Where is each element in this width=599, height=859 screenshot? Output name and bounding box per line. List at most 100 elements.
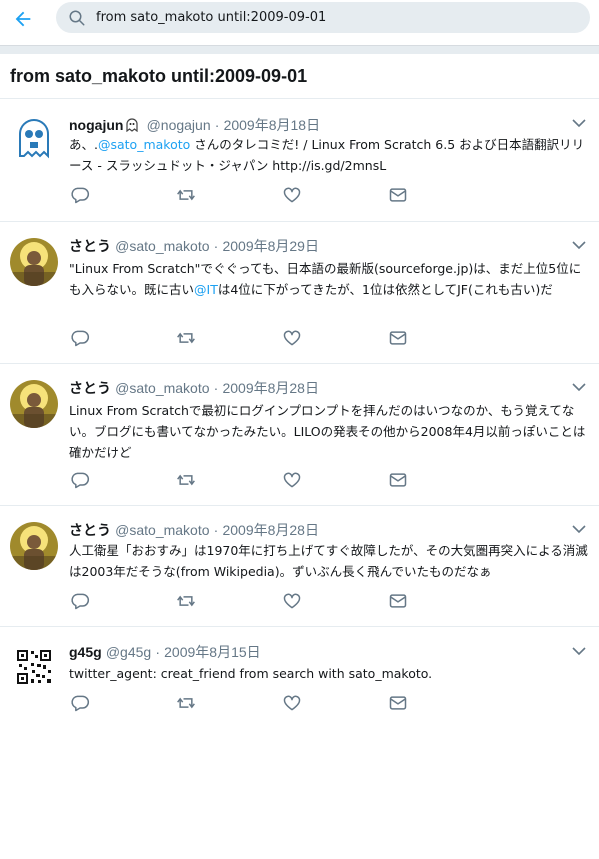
user-handle[interactable]: @sato_makoto bbox=[115, 380, 209, 396]
tweet[interactable]: さとう @sato_makoto · 2009年8月29日 "Linux Fro… bbox=[0, 222, 599, 364]
avatar[interactable] bbox=[10, 643, 58, 691]
direct-message-button[interactable] bbox=[387, 469, 409, 491]
reply-icon bbox=[71, 187, 90, 204]
tweet-date[interactable]: 2009年8月29日 bbox=[222, 238, 319, 254]
user-handle[interactable]: @g45g bbox=[106, 644, 151, 660]
retweet-button[interactable] bbox=[175, 327, 197, 349]
user-name[interactable]: さとう bbox=[69, 522, 111, 538]
like-icon bbox=[283, 472, 301, 488]
tweet-date[interactable]: 2009年8月18日 bbox=[224, 117, 321, 133]
like-button[interactable] bbox=[281, 184, 303, 206]
direct-message-button[interactable] bbox=[387, 184, 409, 206]
chevron-down-icon[interactable] bbox=[571, 521, 587, 537]
direct-message-button[interactable] bbox=[387, 327, 409, 349]
reply-button[interactable] bbox=[69, 692, 91, 714]
retweet-button[interactable] bbox=[175, 692, 197, 714]
avatar[interactable] bbox=[10, 112, 58, 160]
user-name[interactable]: さとう bbox=[69, 238, 111, 254]
like-icon bbox=[283, 695, 301, 711]
tweet[interactable]: さとう @sato_makoto · 2009年8月28日 人工衛星「おおすみ」… bbox=[0, 506, 599, 627]
reply-button[interactable] bbox=[69, 590, 91, 612]
tweet-text: Linux From Scratchで最初にログインプロンプトを拝んだのはいつな… bbox=[69, 403, 586, 460]
like-icon bbox=[283, 593, 301, 609]
direct-message-icon bbox=[389, 473, 407, 487]
separator: · bbox=[213, 238, 219, 254]
separator: · bbox=[155, 644, 160, 660]
direct-message-icon bbox=[389, 594, 407, 608]
user-handle[interactable]: @nogajun bbox=[147, 117, 211, 133]
tweet-date[interactable]: 2009年8月28日 bbox=[222, 522, 319, 538]
back-button[interactable] bbox=[8, 4, 38, 34]
tweet-date[interactable]: 2009年8月28日 bbox=[222, 380, 319, 396]
retweet-icon bbox=[177, 474, 195, 486]
mention-link[interactable]: @sato_makoto bbox=[98, 137, 190, 152]
tweet-text-part: は4位に下がってきたが、1位は依然としてJF(これも古い)だ bbox=[217, 282, 553, 297]
reply-button[interactable] bbox=[69, 184, 91, 206]
reply-icon bbox=[71, 695, 90, 712]
search-input[interactable] bbox=[96, 6, 576, 29]
tweet-header: さとう @sato_makoto · 2009年8月29日 bbox=[69, 236, 319, 256]
like-button[interactable] bbox=[281, 590, 303, 612]
user-handle[interactable]: @sato_makoto bbox=[115, 522, 209, 538]
tweet[interactable]: g45g @g45g · 2009年8月15日 twitter_agent: c… bbox=[0, 627, 599, 727]
retweet-icon bbox=[177, 332, 195, 344]
tweet[interactable]: さとう @sato_makoto · 2009年8月28日 Linux From… bbox=[0, 364, 599, 506]
reply-icon bbox=[71, 330, 90, 347]
tweet-text: twitter_agent: creat_friend from search … bbox=[69, 666, 433, 681]
search-icon bbox=[69, 10, 85, 26]
tweet-text: "Linux From Scratch"でぐぐっても、日本語の最新版(sourc… bbox=[69, 258, 593, 300]
retweet-icon bbox=[177, 595, 195, 607]
tweet-header: さとう @sato_makoto · 2009年8月28日 bbox=[69, 378, 319, 398]
user-name[interactable]: g45g bbox=[69, 644, 102, 660]
tweet-text-part: あ、. bbox=[69, 137, 98, 152]
reply-button[interactable] bbox=[69, 469, 91, 491]
direct-message-icon bbox=[389, 331, 407, 345]
header-gap bbox=[0, 46, 599, 54]
reply-icon bbox=[71, 472, 90, 489]
like-button[interactable] bbox=[281, 692, 303, 714]
chevron-down-icon[interactable] bbox=[571, 379, 587, 395]
reply-icon bbox=[71, 593, 90, 610]
reply-button[interactable] bbox=[69, 327, 91, 349]
page-title: from sato_makoto until:2009-09-01 bbox=[10, 66, 308, 86]
user-handle[interactable]: @sato_makoto bbox=[115, 238, 209, 254]
chevron-down-icon[interactable] bbox=[571, 115, 587, 131]
tweet-actions bbox=[69, 469, 429, 491]
user-name[interactable]: nogajun bbox=[69, 117, 123, 133]
tweet-text: あ、.@sato_makoto さんのタレコミだ! / Linux From S… bbox=[69, 134, 593, 176]
like-button[interactable] bbox=[281, 327, 303, 349]
tweet-header: g45g @g45g · 2009年8月15日 bbox=[69, 642, 261, 662]
tweet-header: さとう @sato_makoto · 2009年8月28日 bbox=[69, 520, 319, 540]
direct-message-button[interactable] bbox=[387, 590, 409, 612]
mention-link[interactable]: @IT bbox=[194, 282, 218, 297]
chevron-down-icon[interactable] bbox=[571, 643, 587, 659]
tweet-actions bbox=[69, 692, 429, 714]
direct-message-button[interactable] bbox=[387, 692, 409, 714]
separator: · bbox=[213, 380, 219, 396]
search-box[interactable] bbox=[56, 2, 590, 33]
tweet-actions bbox=[69, 590, 429, 612]
avatar[interactable] bbox=[10, 238, 58, 286]
tweet-text: 人工衛星「おおすみ」は1970年に打ち上げてすぐ故障したが、その大気圏再突入によ… bbox=[69, 543, 588, 579]
tweet-actions bbox=[69, 184, 429, 206]
separator: · bbox=[213, 522, 219, 538]
avatar[interactable] bbox=[10, 380, 58, 428]
tweet-header: nogajun @nogajun · 2009年8月18日 bbox=[69, 115, 320, 136]
user-name[interactable]: さとう bbox=[69, 380, 111, 396]
direct-message-icon bbox=[389, 188, 407, 202]
arrow-left-icon bbox=[15, 11, 31, 27]
avatar[interactable] bbox=[10, 522, 58, 570]
separator: · bbox=[214, 117, 220, 133]
chevron-down-icon[interactable] bbox=[571, 237, 587, 253]
like-icon bbox=[283, 330, 301, 346]
retweet-button[interactable] bbox=[175, 184, 197, 206]
tweet-actions bbox=[69, 327, 429, 349]
direct-message-icon bbox=[389, 696, 407, 710]
top-bar bbox=[0, 0, 599, 46]
tweet-date[interactable]: 2009年8月15日 bbox=[164, 644, 261, 660]
tweet[interactable]: nogajun @nogajun · 2009年8月18日 あ、.@sato_m… bbox=[0, 99, 599, 222]
retweet-icon bbox=[177, 189, 195, 201]
retweet-button[interactable] bbox=[175, 469, 197, 491]
like-button[interactable] bbox=[281, 469, 303, 491]
retweet-button[interactable] bbox=[175, 590, 197, 612]
